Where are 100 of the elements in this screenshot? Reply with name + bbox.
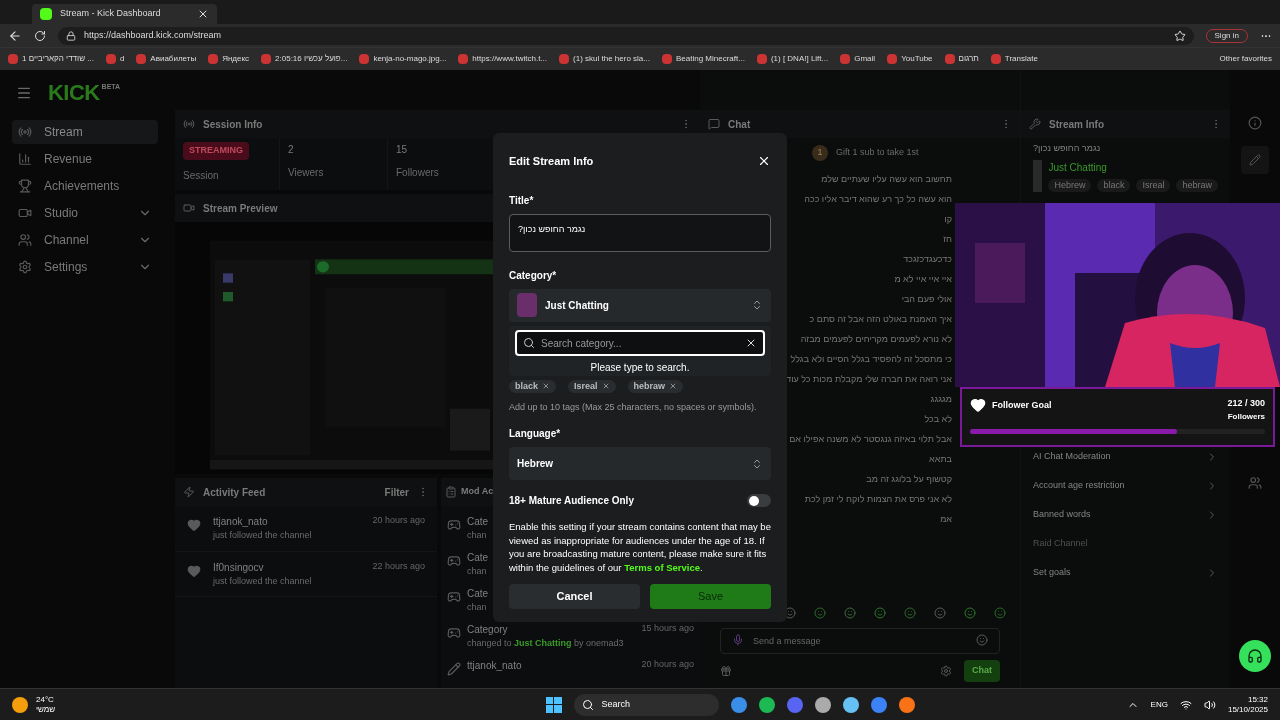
bookmark[interactable]: kenja-no-mago.jpg... [359,53,447,65]
action-title: Cate [467,515,489,529]
title-field[interactable]: נגמר החופש נכון? [509,213,771,252]
volume-icon[interactable] [1203,698,1216,711]
chat-message: קו [944,213,952,226]
settings-icon[interactable] [940,665,952,677]
remove-icon[interactable] [601,382,610,391]
trophy-icon [18,179,32,193]
status-badge: STREAMING [183,142,249,160]
app-icon[interactable] [730,696,747,713]
emote-icon[interactable] [964,607,976,619]
action-detail: changed to Just Chatting by onemad3 [467,637,624,650]
users-icon[interactable] [1248,476,1262,490]
bookmark[interactable]: שודדי הקאריביים 1 ... [8,53,94,65]
stat-value: 2 [288,143,295,157]
menu-icon[interactable] [16,85,32,101]
chat-message: לא אני פרס את הצמות לוקח לי זמן לכת [804,493,952,506]
chat-message: אני רואה את חברה שלי מקבלת מכות כל עוד [786,373,952,386]
chat-message: אבל תלוי באיזה גנגסטר לא משנה אפילו אם [789,433,952,446]
chat-message: תחשוב הוא עשה עליו שעתיים שלמ [821,173,952,186]
app-icon[interactable] [870,696,887,713]
refresh-icon[interactable] [34,29,46,42]
app-icon[interactable] [842,696,859,713]
broadcast-icon [183,118,195,130]
start-icon[interactable] [545,696,562,713]
chat-message: כדכעגדכזגכד [903,253,952,266]
sidebar-item[interactable]: Channel [12,228,158,252]
bookmark[interactable]: Яндекс [208,53,250,65]
taskbar-search[interactable]: Search [573,693,719,716]
emote-icon[interactable] [994,607,1006,619]
chat-message: לא נורא לפעמים מקריחים לפעמים מבזה [800,333,952,346]
settings-row[interactable]: Set goals [1033,566,1218,580]
sidebar-item[interactable]: Studio [12,201,158,225]
search-field[interactable]: Search category... [515,330,765,356]
chat-message: קטשוף על בלוגג זה מב [866,473,952,486]
field-label: Language* [509,427,562,441]
action-detail: chan [467,529,488,542]
mic-icon [732,634,744,646]
pinned-message: Gift 1 sub to take 1st [836,146,919,160]
panel-title: Stream Preview [203,201,278,216]
category-thumbnail [517,293,537,317]
emote-icon[interactable] [874,607,886,619]
sidebar-item[interactable]: Settings [12,255,158,279]
star-icon[interactable] [1173,29,1186,42]
emote-icon[interactable] [814,607,826,619]
tag: hebraw [1176,178,1218,192]
category-thumbnail [1033,159,1043,192]
settings-icon [18,260,32,274]
bookmark[interactable]: (1) skul the hero sla... [559,53,650,65]
bookmark[interactable]: (1) [ DNA!] Lift... [756,53,829,65]
wifi-icon[interactable] [1179,698,1192,711]
updown-arrows-icon [751,457,763,470]
other-favorites[interactable]: Other favorites [1219,53,1272,65]
remove-icon[interactable] [669,382,678,391]
gift-icon[interactable] [720,665,732,677]
action-detail: chan [467,565,488,578]
terms-link[interactable]: Terms of Service [624,561,700,573]
filter-button[interactable]: Filter [384,484,409,500]
pinned-badge: 1 [812,145,828,161]
message-field[interactable]: Send a message [720,628,1000,654]
sidebar-item[interactable]: Achievements [12,174,158,198]
clock: 15:32 [1247,694,1268,705]
app-icon[interactable] [898,696,915,713]
bookmark[interactable]: YouTube [887,53,933,65]
bookmark[interactable]: Авиабилеты [136,53,197,65]
remove-icon[interactable] [542,382,550,391]
back-icon[interactable] [8,28,22,43]
temperature: 24°C [36,694,55,705]
bookmark[interactable]: תרגום [944,53,979,65]
app-icon[interactable] [814,696,831,713]
settings-row[interactable]: AI Chat Moderation [1033,450,1218,464]
info-icon[interactable] [1248,116,1262,130]
sidebar-item[interactable]: Stream [12,120,158,144]
address-bar[interactable]: https://dashboard.kick.com/stream [58,26,1194,45]
close-icon[interactable] [197,8,209,20]
app-icon[interactable] [758,696,775,713]
category-select[interactable]: Just Chatting [509,288,771,322]
chat-message: איי איי איי לא מ [894,273,952,286]
language-select[interactable]: Hebrew [509,447,771,480]
bookmark[interactable]: Gmail [840,53,876,65]
language-indicator[interactable]: ENG [1150,698,1168,711]
bookmark[interactable]: Beating Minecraft... [661,53,745,65]
edit-icon [447,662,461,676]
settings-row[interactable]: Account age restriction [1033,479,1218,493]
emote-icon[interactable] [844,607,856,619]
mature-toggle[interactable] [747,494,771,507]
app-icon[interactable] [786,696,803,713]
bookmark[interactable]: https://www.twitch.t... [458,53,548,65]
toggle-label: 18+ Mature Audience Only [509,494,635,508]
emote-icon[interactable] [904,607,916,619]
bookmark[interactable]: d [105,53,125,65]
settings-row[interactable]: Banned words [1033,508,1218,522]
chart-icon [18,152,32,166]
sidebar-item[interactable]: Revenue [12,147,158,171]
support-button[interactable] [1239,640,1271,672]
browser-tab[interactable]: Stream - Kick Dashboard [32,4,217,24]
bookmark[interactable]: Translate [990,53,1038,65]
chat-button[interactable]: Chat [964,660,1000,682]
bookmark[interactable]: 2:05:16 פועל עכשיו... [261,53,348,65]
cancel-button[interactable]: Cancel [509,584,640,609]
